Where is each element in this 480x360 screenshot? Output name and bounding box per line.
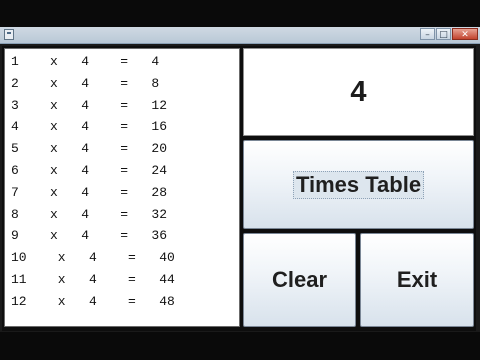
table-row: 8 x 4 = 32 [11, 206, 168, 222]
table-row: 9 x 4 = 36 [11, 228, 168, 244]
close-button[interactable]: ✕ [452, 28, 478, 40]
maximize-button[interactable]: □ [436, 28, 451, 40]
table-row: 1 x 4 = 4 [11, 54, 160, 69]
content-panel: 1 x 4 = 4 2 x 4 = 8 3 x 4 = 12 4 x 4 = 1… [2, 46, 476, 331]
number-display[interactable]: 4 [243, 48, 474, 136]
table-row: 3 x 4 = 12 [11, 97, 168, 113]
times-table-button[interactable]: Times Table [243, 140, 474, 229]
table-row: 5 x 4 = 20 [11, 141, 168, 157]
table-row: 4 x 4 = 16 [11, 119, 168, 135]
times-table-button-label: Times Table [292, 170, 425, 199]
window-controls: – □ ✕ [419, 28, 478, 40]
exit-button[interactable]: Exit [360, 233, 474, 327]
app-icon[interactable] [4, 29, 14, 40]
table-row: 6 x 4 = 24 [11, 162, 168, 178]
table-row: 7 x 4 = 28 [11, 184, 168, 200]
table-row: 12 x 4 = 48 [11, 293, 175, 309]
app-window: – □ ✕ 1 x 4 = 4 2 x 4 = 8 3 x 4 = 12 4 x… [0, 27, 480, 332]
title-bar[interactable]: – □ ✕ [0, 27, 480, 44]
table-row: 2 x 4 = 8 [11, 75, 160, 91]
table-row: 11 x 4 = 44 [11, 271, 175, 287]
clear-button[interactable]: Clear [243, 233, 356, 327]
times-table-output[interactable]: 1 x 4 = 4 2 x 4 = 8 3 x 4 = 12 4 x 4 = 1… [4, 48, 240, 327]
table-row: 10 x 4 = 40 [11, 250, 175, 266]
minimize-button[interactable]: – [420, 28, 435, 40]
